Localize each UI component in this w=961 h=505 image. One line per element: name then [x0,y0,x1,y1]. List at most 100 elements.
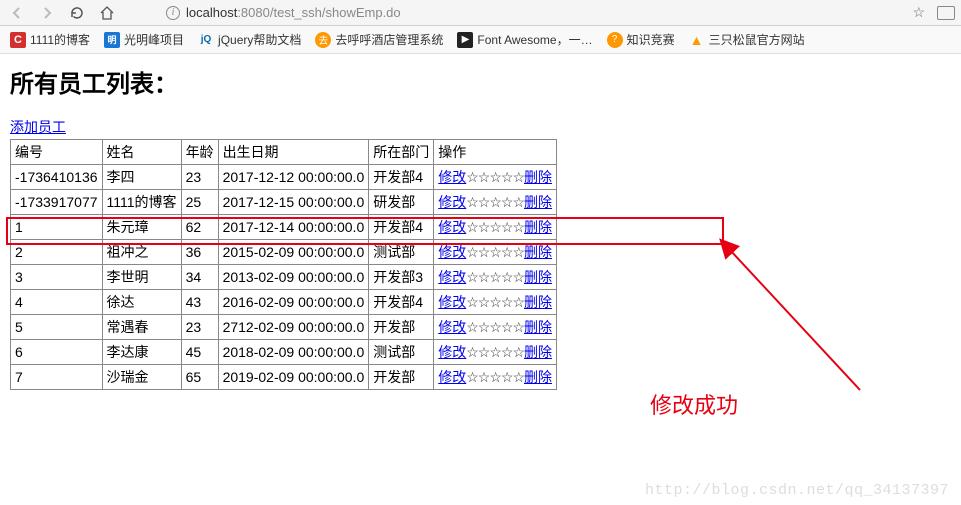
table-cell-id: 4 [11,290,103,315]
bookmark-item[interactable]: ?知识竞赛 [607,31,675,48]
table-cell-birth: 2712-02-09 00:00:00.0 [218,315,369,340]
add-employee-link[interactable]: 添加员工 [10,117,66,137]
stars-separator: ☆☆☆☆☆ [466,344,524,360]
table-row: 1朱元璋622017-12-14 00:00:00.0开发部4修改☆☆☆☆☆删除 [11,215,557,240]
table-cell-id: -1733917077 [11,190,103,215]
annotation-text: 修改成功 [650,388,738,420]
url-port: :8080 [237,5,270,20]
delete-link[interactable]: 删除 [524,219,552,235]
table-cell-id: 2 [11,240,103,265]
table-cell-dept: 开发部4 [369,290,434,315]
edit-link[interactable]: 修改 [438,344,466,360]
table-header-cell: 姓名 [102,140,181,165]
bookmark-item[interactable]: C1111的博客 [10,31,90,48]
watermark: http://blog.csdn.net/qq_34137397 [645,482,949,499]
edit-link[interactable]: 修改 [438,219,466,235]
table-header-row: 编号姓名年龄出生日期所在部门操作 [11,140,557,165]
bookmark-icon: ? [607,32,623,48]
table-cell-dept: 测试部 [369,240,434,265]
bookmark-label: 三只松鼠官方网站 [709,31,805,48]
table-row: -17339170771111的博客252017-12-15 00:00:00.… [11,190,557,215]
delete-link[interactable]: 删除 [524,294,552,310]
info-icon: i [166,6,180,20]
url-path: /test_ssh/showEmp.do [270,5,401,20]
back-button[interactable] [6,2,28,24]
table-cell-name: 祖冲之 [102,240,181,265]
back-icon [10,6,24,20]
table-cell-id: -1736410136 [11,165,103,190]
delete-link[interactable]: 删除 [524,269,552,285]
edit-link[interactable]: 修改 [438,269,466,285]
table-cell-id: 1 [11,215,103,240]
delete-link[interactable]: 删除 [524,244,552,260]
delete-link[interactable]: 删除 [524,319,552,335]
edit-link[interactable]: 修改 [438,194,466,210]
home-button[interactable] [96,2,118,24]
bookmark-item[interactable]: ▶Font Awesome，一… [457,31,592,48]
table-cell-age: 34 [181,265,218,290]
reload-button[interactable] [66,2,88,24]
table-cell-age: 23 [181,315,218,340]
bookmark-star-icon[interactable]: ☆ [912,4,925,21]
table-header-cell: 出生日期 [218,140,369,165]
table-row: 5常遇春232712-02-09 00:00:00.0开发部修改☆☆☆☆☆删除 [11,315,557,340]
delete-link[interactable]: 删除 [524,344,552,360]
table-cell-dept: 开发部4 [369,215,434,240]
table-cell-age: 25 [181,190,218,215]
stars-separator: ☆☆☆☆☆ [466,219,524,235]
bookmark-item[interactable]: ▲三只松鼠官方网站 [689,31,805,48]
table-cell-age: 43 [181,290,218,315]
bookmark-item[interactable]: 明光明峰项目 [104,31,184,48]
stars-separator: ☆☆☆☆☆ [466,169,524,185]
stars-separator: ☆☆☆☆☆ [466,269,524,285]
table-cell-actions: 修改☆☆☆☆☆删除 [434,165,557,190]
edit-link[interactable]: 修改 [438,294,466,310]
table-cell-name: 李四 [102,165,181,190]
table-cell-actions: 修改☆☆☆☆☆删除 [434,190,557,215]
table-cell-age: 45 [181,340,218,365]
bookmark-icon: jQ [198,32,214,48]
delete-link[interactable]: 删除 [524,194,552,210]
edit-link[interactable]: 修改 [438,244,466,260]
bookmark-label: 1111的博客 [30,31,90,48]
table-body: -1736410136李四232017-12-12 00:00:00.0开发部4… [11,165,557,390]
delete-link[interactable]: 删除 [524,169,552,185]
table-cell-actions: 修改☆☆☆☆☆删除 [434,215,557,240]
table-cell-name: 沙瑞金 [102,365,181,390]
table-cell-name: 朱元璋 [102,215,181,240]
bookmark-item[interactable]: 去去呼呼酒店管理系统 [315,31,443,48]
home-icon [99,5,115,21]
table-header-cell: 年龄 [181,140,218,165]
forward-button[interactable] [36,2,58,24]
table-cell-birth: 2017-12-12 00:00:00.0 [218,165,369,190]
bookmark-icon: 去 [315,32,331,48]
delete-link[interactable]: 删除 [524,369,552,385]
edit-link[interactable]: 修改 [438,169,466,185]
table-cell-birth: 2018-02-09 00:00:00.0 [218,340,369,365]
table-header-cell: 编号 [11,140,103,165]
bookmark-label: 知识竞赛 [627,31,675,48]
bookmark-item[interactable]: jQjQuery帮助文档 [198,31,301,48]
edit-link[interactable]: 修改 [438,369,466,385]
edit-link[interactable]: 修改 [438,319,466,335]
table-cell-id: 3 [11,265,103,290]
table-cell-dept: 开发部4 [369,165,434,190]
table-cell-age: 62 [181,215,218,240]
download-icon[interactable] [937,6,955,20]
address-bar[interactable]: i localhost:8080/test_ssh/showEmp.do [126,5,904,20]
table-cell-dept: 开发部 [369,365,434,390]
table-cell-actions: 修改☆☆☆☆☆删除 [434,315,557,340]
table-row: -1736410136李四232017-12-12 00:00:00.0开发部4… [11,165,557,190]
table-row: 6李达康452018-02-09 00:00:00.0测试部修改☆☆☆☆☆删除 [11,340,557,365]
table-cell-birth: 2015-02-09 00:00:00.0 [218,240,369,265]
table-row: 7沙瑞金652019-02-09 00:00:00.0开发部修改☆☆☆☆☆删除 [11,365,557,390]
page-content: 所有员工列表： 添加员工 编号姓名年龄出生日期所在部门操作 -173641013… [0,54,961,390]
table-cell-age: 36 [181,240,218,265]
table-cell-actions: 修改☆☆☆☆☆删除 [434,340,557,365]
table-cell-dept: 研发部 [369,190,434,215]
table-cell-dept: 测试部 [369,340,434,365]
table-cell-name: 李世明 [102,265,181,290]
table-cell-actions: 修改☆☆☆☆☆删除 [434,240,557,265]
table-cell-id: 6 [11,340,103,365]
bookmark-label: 光明峰项目 [124,31,184,48]
